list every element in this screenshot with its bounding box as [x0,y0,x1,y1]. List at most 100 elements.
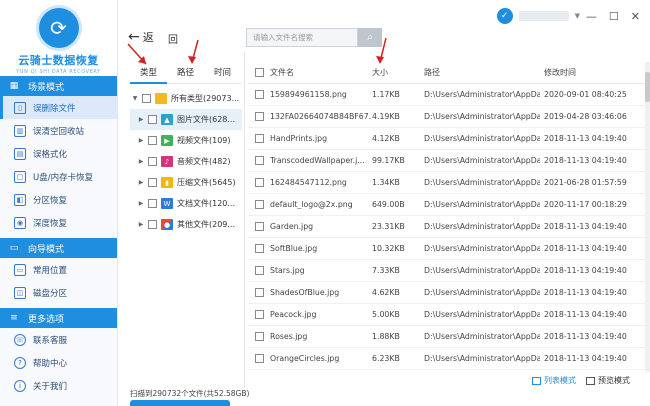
expand-icon[interactable]: ▶ [136,137,146,144]
table-row[interactable]: Peacock.jpg 5.00KB D:\Users\Administrator\… [248,304,650,326]
sidebar-item-help-center[interactable]: ? 帮助中心 [0,351,117,374]
file-path: D:\Users\Administrator\AppData... [424,244,540,253]
recover-button-edge[interactable] [130,400,230,406]
checkbox[interactable] [148,115,157,124]
table-row[interactable]: SoftBlue.jpg 10.32KB D:\Users\Administrato… [248,238,650,260]
sidebar-item-usb-card[interactable]: ▢ U盘/内存卡恢复 [0,165,117,188]
row-checkbox[interactable] [254,244,264,253]
user-badge[interactable]: ✓ ▼ [496,8,580,24]
table-row[interactable]: TranscodedWallpaper.j... 99.17KB D:\Users\… [248,150,650,172]
column-header-name[interactable]: 文件名 [270,67,372,78]
sidebar-item-format[interactable]: ▤ 误格式化 [0,142,117,165]
row-checkbox[interactable] [254,266,264,275]
column-header-time[interactable]: 修改时间 [540,67,650,78]
sidebar-item-common-locations[interactable]: ▭ 常用位置 [0,258,117,281]
table-row[interactable]: HandPrints.jpg 4.12KB D:\Users\Administrat… [248,128,650,150]
logo-icon: ⟳ [38,8,79,48]
panel-divider[interactable] [244,52,245,388]
expand-icon[interactable]: ▶ [136,200,146,207]
expand-icon[interactable]: ▶ [136,179,146,186]
tree-item-audio[interactable]: ▶ ♪ 音频文件(482) [130,151,242,172]
logo-area: ⟳ 云骑士数据恢复 YUN QI SHI DATA RECOVERY [0,0,117,76]
section-title: 向导模式 [28,244,65,255]
checkbox[interactable] [148,136,157,145]
file-path: D:\Users\Administrator\AppData... [424,90,540,99]
file-name: 132FA02664074B84BF67... [270,112,372,121]
row-checkbox[interactable] [254,332,264,341]
tree-item-label: 压缩文件(5645) [177,178,236,187]
table-row[interactable]: 159894961158.png 1.17KB D:\Users\Administr… [248,84,650,106]
checkbox[interactable] [148,220,157,229]
search-input[interactable]: 请输入文件名搜索 [246,28,358,47]
sidebar-item-partition[interactable]: ◧ 分区恢复 [0,188,117,211]
table-row[interactable]: 162484547112.png 1.34KB D:\Users\Administr… [248,172,650,194]
table-row[interactable]: GreenBubbles.jpg6.36KBD:\Users\Administr… [248,370,650,372]
sidebar-item-about-us[interactable]: i 关于我们 [0,374,117,397]
help-icon: ? [14,356,26,369]
table-row[interactable]: OrangeCircles.jpg 6.23KB D:\Users\Administ… [248,348,650,370]
sidebar-item-deleted-files[interactable]: ▯ 误删除文件 [0,96,117,119]
collapse-icon[interactable]: ▼ [130,95,140,102]
checkbox[interactable] [142,94,151,103]
checkbox[interactable] [148,178,157,187]
sidebar-item-contact-support[interactable]: ☏ 联系客服 [0,328,117,351]
row-checkbox[interactable] [254,310,264,319]
file-icon: ▯ [14,101,26,114]
file-table: 文件名 大小 路径 修改时间 159894961158.png 1.17KB D:\… [248,62,650,372]
file-name: default_logo@2x.png [270,200,353,209]
video-icon: ▶ [161,135,173,146]
tree-item-documents[interactable]: ▶ W 文档文件(120... [130,193,242,214]
tree-item-others[interactable]: ▶ ● 其他文件(209... [130,214,242,235]
expand-icon[interactable]: ▶ [136,116,146,123]
file-modified-time: 2018-11-13 04:19:40 [544,244,627,253]
sidebar-item-deep-recovery[interactable]: ◉ 深度恢复 [0,211,117,234]
table-row[interactable]: default_logo@2x.png 649.00B D:\Users\Admin… [248,194,650,216]
up-button[interactable]: 回 [168,31,178,46]
sidebar-item-label: 误删除文件 [33,103,76,114]
sidebar-item-recycle-bin[interactable]: ▥ 误清空回收站 [0,119,117,142]
scrollbar-thumb[interactable] [645,72,650,102]
sidebar-item-label: 关于我们 [33,381,68,392]
expand-icon[interactable]: ▶ [136,221,146,228]
section-title: 场景模式 [28,82,65,93]
table-row[interactable]: 132FA02664074B84BF67... 4.19KB D:\Users\Ad… [248,106,650,128]
table-row[interactable]: ShadesOfBlue.jpg 4.62KB D:\Users\Administr… [248,282,650,304]
list-mode-button[interactable]: 列表模式 [532,375,576,386]
file-modified-time: 2018-11-13 04:19:40 [544,134,627,143]
checkbox[interactable] [148,157,157,166]
table-row[interactable]: Garden.jpg 23.31KB D:\Users\Administrator\… [248,216,650,238]
tab-time[interactable]: 时间 [204,62,241,84]
expand-icon[interactable]: ▶ [136,158,146,165]
close-button[interactable]: ✕ [631,10,640,23]
tree-item-archives[interactable]: ▶ ▮ 压缩文件(5645) [130,172,242,193]
row-checkbox[interactable] [254,90,264,99]
column-header-path[interactable]: 路径 [422,67,540,78]
table-row[interactable]: Stars.jpg 7.33KB D:\Users\Administrator\Ap… [248,260,650,282]
row-checkbox[interactable] [254,134,264,143]
row-checkbox[interactable] [254,222,264,231]
file-name: SoftBlue.jpg [270,244,318,253]
tree-item-images[interactable]: ▶ ▲ 图片文件(628... [130,109,242,130]
file-size: 1.88KB [372,332,400,341]
row-checkbox[interactable] [254,112,264,121]
maximize-button[interactable]: ☐ [609,10,619,23]
sidebar-item-disk-partition[interactable]: ◫ 磁盘分区 [0,281,117,304]
minimize-button[interactable]: — [586,10,597,23]
row-checkbox[interactable] [254,288,264,297]
column-header-size[interactable]: 大小 [372,67,422,78]
checkbox[interactable] [148,199,157,208]
row-checkbox[interactable] [254,178,264,187]
chevron-down-icon: ▼ [574,12,580,20]
tree-item-videos[interactable]: ▶ ▶ 视频文件(109) [130,130,242,151]
row-checkbox[interactable] [254,200,264,209]
file-name: Peacock.jpg [270,310,317,319]
vertical-scrollbar[interactable] [645,62,650,372]
row-checkbox[interactable] [254,156,264,165]
tree-item-all-types[interactable]: ▼ 所有类型(29073... [130,88,242,109]
row-checkbox[interactable] [254,354,264,363]
table-body: 159894961158.png 1.17KB D:\Users\Administr… [248,84,650,372]
select-all-checkbox[interactable] [254,68,264,77]
table-row[interactable]: Roses.jpg 1.88KB D:\Users\Administrator\Ap… [248,326,650,348]
preview-mode-button[interactable]: 预览模式 [586,375,630,386]
file-name: 162484547112.png [270,178,347,187]
